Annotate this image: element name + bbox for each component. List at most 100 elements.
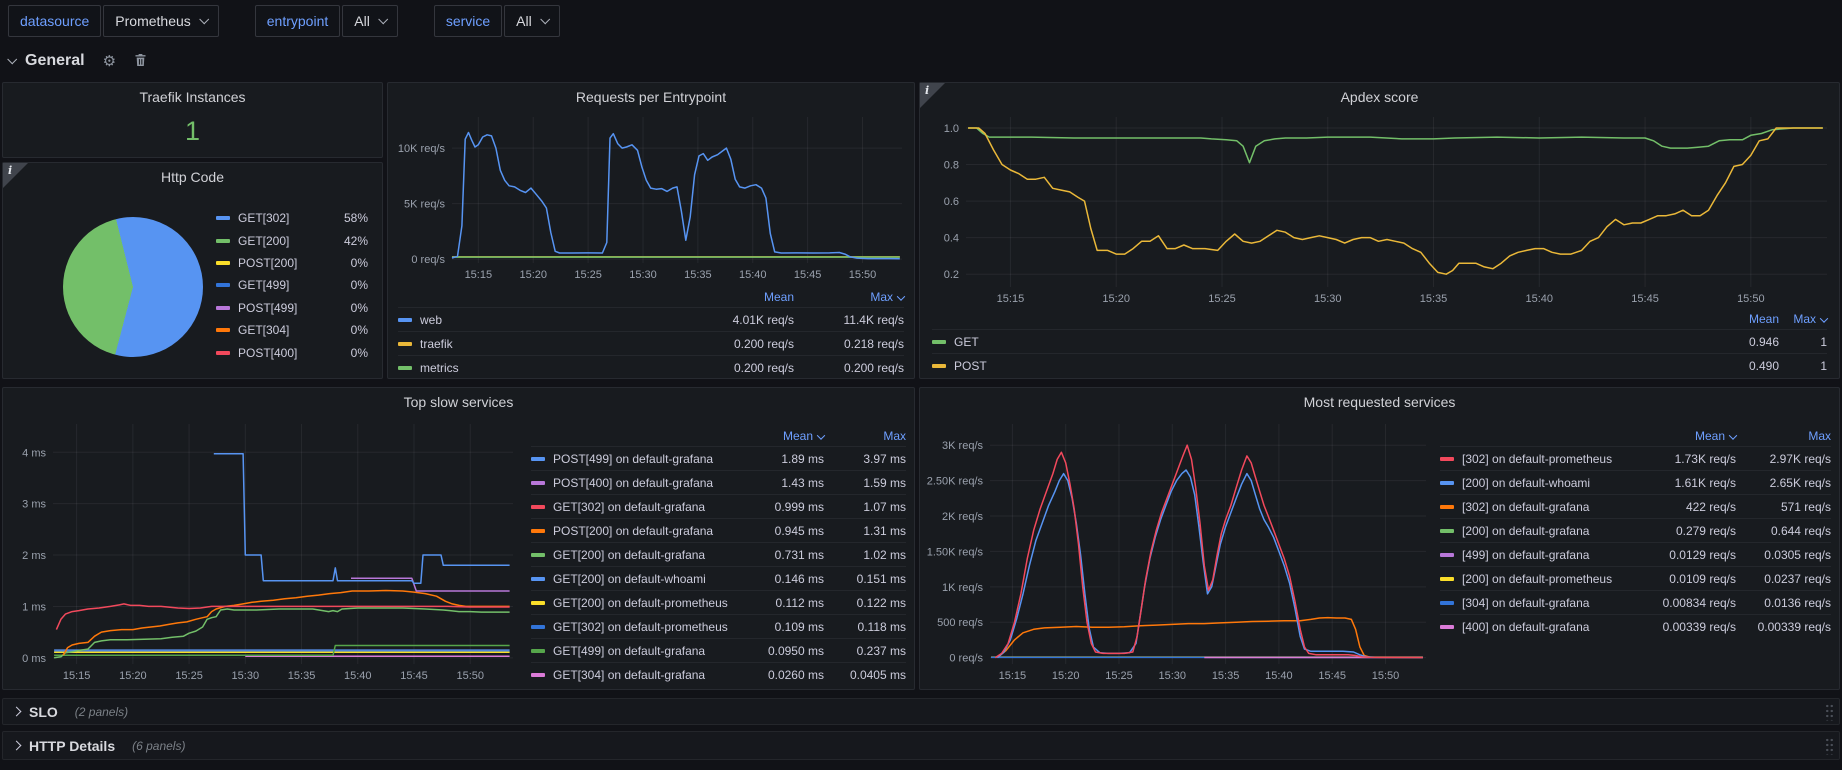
row-slo-panel-count: (2 panels) — [75, 705, 128, 719]
legend-value-max: 3.97 ms — [824, 452, 906, 466]
legend-value-mean: 0.0109 req/s — [1636, 572, 1736, 586]
legend-item-label[interactable]: [302] on default-prometheus — [1462, 452, 1636, 466]
svg-text:0.2: 0.2 — [944, 269, 959, 281]
most-requested-legend: MeanMax[302] on default-prometheus1.73K … — [1440, 426, 1831, 638]
panel-title[interactable]: Most requested services — [920, 388, 1839, 410]
legend-item-label[interactable]: GET[200] — [238, 234, 332, 248]
panel-title[interactable]: Apdex score — [920, 83, 1839, 105]
legend-item-label[interactable]: GET[302] — [238, 211, 332, 225]
legend-item-label[interactable]: POST[200] on default-grafana — [553, 524, 744, 538]
svg-text:15:40: 15:40 — [739, 269, 767, 281]
legend-row: GET[499]0% — [216, 274, 368, 296]
row-slo-title[interactable]: SLO — [29, 704, 58, 720]
legend-item-label[interactable]: web — [420, 313, 684, 327]
http-code-legend: GET[302]58%GET[200]42%POST[200]0%GET[499… — [216, 207, 368, 364]
row-http-details[interactable]: HTTP Details (6 panels) — [2, 731, 1840, 760]
service-picker[interactable]: All — [504, 5, 560, 37]
legend-item-label[interactable]: POST[499] — [238, 301, 332, 315]
legend-item-label[interactable]: GET[304] on default-grafana — [553, 668, 744, 682]
legend-value-max: 0.0136 req/s — [1736, 596, 1831, 610]
series-color-chip — [1440, 457, 1454, 461]
legend-value-mean: 1.89 ms — [744, 452, 824, 466]
http-code-pie-chart[interactable] — [63, 217, 203, 357]
sort-caret-icon — [897, 292, 905, 300]
datasource-picker[interactable]: Prometheus — [103, 5, 218, 37]
legend-item-label[interactable]: POST[400] on default-grafana — [553, 476, 744, 490]
legend-item-label[interactable]: GET[304] — [238, 323, 332, 337]
drag-handle[interactable] — [1825, 703, 1834, 720]
drag-handle[interactable] — [1825, 737, 1834, 754]
legend-item-label[interactable]: [200] on default-whoami — [1462, 476, 1636, 490]
trash-icon[interactable] — [134, 53, 147, 70]
requests-chart[interactable]: 15:1515:2015:2515:3015:3515:4015:4515:50… — [394, 109, 910, 283]
series-color-chip — [1440, 577, 1454, 581]
legend-item-label[interactable]: GET[499] on default-grafana — [553, 644, 744, 658]
series-color-chip — [1440, 505, 1454, 509]
legend-item-label[interactable]: GET[200] on default-whoami — [553, 572, 744, 586]
panel-title[interactable]: Http Code — [3, 163, 382, 185]
top-slow-chart[interactable]: 15:1515:2015:2515:3015:3515:4015:4515:50… — [9, 416, 521, 684]
legend-sort-mean[interactable]: Mean — [744, 429, 824, 443]
legend-sort-max[interactable]: Max — [794, 290, 904, 304]
legend-item-label[interactable]: POST — [954, 359, 1709, 373]
panel-title[interactable]: Top slow services — [3, 388, 914, 410]
legend-value-max: 1.07 ms — [824, 500, 906, 514]
panel-title[interactable]: Requests per Entrypoint — [388, 83, 914, 105]
row-slo[interactable]: SLO (2 panels) — [2, 698, 1840, 725]
legend-item-label[interactable]: [400] on default-grafana — [1462, 620, 1636, 634]
legend-sort-max[interactable]: Max — [1779, 312, 1827, 326]
legend-value-max: 0.0305 req/s — [1736, 548, 1831, 562]
svg-text:15:25: 15:25 — [574, 269, 602, 281]
legend-item-label[interactable]: [499] on default-grafana — [1462, 548, 1636, 562]
legend-item-label[interactable]: GET[499] — [238, 278, 332, 292]
svg-text:15:40: 15:40 — [344, 670, 372, 682]
chevron-down-icon — [199, 14, 209, 24]
legend-item-label[interactable]: GET — [954, 335, 1709, 349]
legend-item-label[interactable]: [200] on default-grafana — [1462, 524, 1636, 538]
legend-value-max: 1 — [1779, 335, 1827, 349]
legend-value-max: 0.237 ms — [824, 644, 906, 658]
legend-value-mean: 422 req/s — [1636, 500, 1736, 514]
legend-item-label[interactable]: GET[200] on default-grafana — [553, 548, 744, 562]
legend-item-label[interactable]: POST[499] on default-grafana — [553, 452, 744, 466]
info-corner-icon[interactable]: i — [920, 83, 945, 108]
legend-sort-max[interactable]: Max — [824, 429, 906, 443]
legend-sort-mean[interactable]: Mean — [684, 290, 794, 304]
legend-item-label[interactable]: metrics — [420, 361, 684, 375]
panel-title[interactable]: Traefik Instances — [3, 83, 382, 105]
legend-item-label[interactable]: GET[200] on default-prometheus — [553, 596, 744, 610]
legend-row: POST[400] on default-grafana1.43 ms1.59 … — [531, 470, 906, 494]
row-general[interactable]: General ⚙ — [8, 52, 147, 70]
legend-item-label[interactable]: POST[200] — [238, 256, 332, 270]
legend-item-label[interactable]: GET[302] on default-prometheus — [553, 620, 744, 634]
series-color-chip — [216, 351, 230, 355]
apdex-chart[interactable]: 15:1515:2015:2515:3015:3515:4015:4515:50… — [926, 109, 1835, 307]
row-general-title[interactable]: General — [25, 52, 85, 70]
legend-value-max: 2.97K req/s — [1736, 452, 1831, 466]
info-corner-icon[interactable]: i — [3, 163, 28, 188]
gear-icon[interactable]: ⚙ — [103, 54, 116, 69]
legend-value-mean: 0.200 req/s — [684, 337, 794, 351]
chevron-right-icon — [12, 707, 22, 717]
legend-value-mean: 0.00339 req/s — [1636, 620, 1736, 634]
svg-text:15:45: 15:45 — [1318, 670, 1346, 682]
legend-item-label[interactable]: GET[302] on default-grafana — [553, 500, 744, 514]
legend-sort-max[interactable]: Max — [1736, 429, 1831, 443]
legend-item-label[interactable]: [200] on default-prometheus — [1462, 572, 1636, 586]
legend-sort-mean[interactable]: Mean — [1636, 429, 1736, 443]
legend-item-label[interactable]: POST[400] — [238, 346, 332, 360]
legend-item-label[interactable]: [302] on default-grafana — [1462, 500, 1636, 514]
legend-value-mean: 0.200 req/s — [684, 361, 794, 375]
legend-item-label[interactable]: [304] on default-grafana — [1462, 596, 1636, 610]
row-http-details-title[interactable]: HTTP Details — [29, 738, 115, 754]
series-color-chip — [398, 318, 412, 322]
legend-value-max: 0.118 ms — [824, 620, 906, 634]
entrypoint-picker[interactable]: All — [342, 5, 398, 37]
legend-item-label[interactable]: traefik — [420, 337, 684, 351]
svg-text:0 req/s: 0 req/s — [411, 254, 445, 266]
legend-row: GET0.9461 — [932, 329, 1827, 353]
svg-text:15:25: 15:25 — [1208, 293, 1236, 305]
legend-sort-mean[interactable]: Mean — [1709, 312, 1779, 326]
legend-value-mean: 1.43 ms — [744, 476, 824, 490]
most-requested-chart[interactable]: 15:1515:2015:2515:3015:3515:4015:4515:50… — [926, 416, 1434, 684]
